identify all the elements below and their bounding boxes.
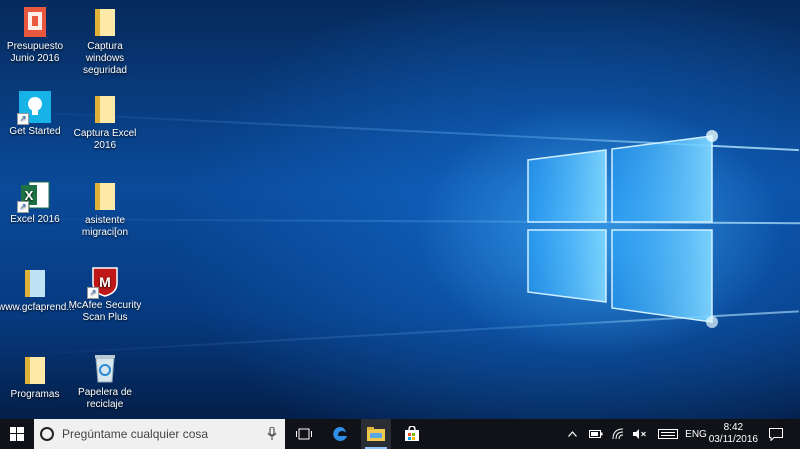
microphone-icon[interactable]: [267, 427, 277, 441]
desktop-icon-mcafee[interactable]: M ↗ McAfee Security Scan Plus: [68, 265, 142, 324]
shortcut-arrow-icon: ↗: [17, 113, 29, 125]
desktop-icon-captura-excel[interactable]: Captura Excel 2016: [68, 93, 142, 152]
excel-icon: X ↗: [17, 179, 51, 213]
mcafee-icon: M ↗: [87, 265, 121, 299]
keyboard-icon: [658, 429, 678, 439]
shortcut-arrow-icon: ↗: [87, 287, 99, 299]
desktop-icon-get-started[interactable]: ↗ Get Started: [0, 91, 72, 138]
show-hidden-icons-button[interactable]: [565, 419, 579, 449]
clock[interactable]: 8:42 03/11/2016: [709, 422, 758, 446]
clock-date: 03/11/2016: [708, 434, 758, 445]
icon-label: Programas: [10, 389, 60, 400]
volume-muted-icon: [633, 429, 646, 439]
file-explorer-icon: [367, 427, 385, 441]
touch-keyboard-button[interactable]: [655, 419, 681, 449]
folder-icon: [19, 354, 51, 386]
icon-label: Presupuesto Junio 2016: [6, 41, 64, 64]
icon-label: Captura windows seguridad: [83, 41, 127, 76]
desktop: Presupuesto Junio 2016 Captura windows s…: [0, 0, 800, 419]
desktop-icon-excel-2016[interactable]: X ↗ Excel 2016: [0, 179, 72, 226]
windows-start-icon: [10, 427, 24, 441]
battery-button[interactable]: [585, 419, 607, 449]
network-button[interactable]: [607, 419, 629, 449]
edge-icon: [333, 427, 347, 441]
icon-label: Excel 2016: [10, 214, 60, 225]
task-view-icon: [296, 428, 312, 440]
input-language-button[interactable]: ENG: [681, 419, 711, 449]
icon-label: Get Started: [9, 126, 61, 137]
wifi-icon: [612, 428, 624, 440]
shortcut-arrow-icon: ↗: [17, 201, 29, 213]
battery-icon: [589, 430, 603, 438]
taskbar: Pregúntame cualquier cosa ENG 8:42 03/11…: [0, 419, 800, 449]
file-explorer-taskbar-button[interactable]: [361, 419, 391, 449]
start-button[interactable]: [0, 419, 34, 449]
recycle-bin-icon: [89, 352, 121, 384]
language-indicator: ENG: [685, 428, 707, 440]
action-center-button[interactable]: [762, 419, 790, 449]
desktop-icon-presupuesto[interactable]: Presupuesto Junio 2016: [0, 6, 72, 65]
lightbulb-icon: ↗: [17, 91, 51, 125]
icon-label: www.gcfaprend...: [0, 302, 75, 313]
store-icon: [405, 426, 419, 441]
desktop-icon-captura-windows[interactable]: Captura windows seguridad: [68, 6, 142, 77]
desktop-icon-programas[interactable]: Programas: [0, 354, 72, 401]
system-tray: ENG: [565, 419, 711, 449]
desktop-icon-papelera[interactable]: Papelera de reciclaje: [68, 352, 142, 411]
clock-time: 8:42: [723, 422, 744, 433]
folder-icon: [89, 6, 121, 38]
folder-icon: [89, 180, 121, 212]
chevron-up-icon: [567, 431, 577, 437]
icon-label: Papelera de reciclaje: [78, 387, 132, 410]
icon-label: asistente migraci[on: [81, 215, 129, 238]
desktop-icon-gcfaprende[interactable]: www.gcfaprend...: [0, 267, 75, 314]
icon-label: McAfee Security Scan Plus: [68, 300, 142, 323]
svg-text:M: M: [99, 274, 111, 290]
edge-taskbar-button[interactable]: [325, 419, 355, 449]
folder-icon: [19, 267, 51, 299]
icon-label: Captura Excel 2016: [73, 128, 137, 151]
desktop-icon-asistente-migracion[interactable]: asistente migraci[on: [68, 180, 142, 239]
search-box[interactable]: Pregúntame cualquier cosa: [34, 419, 285, 449]
folder-icon: [89, 93, 121, 125]
store-taskbar-button[interactable]: [397, 419, 427, 449]
pdf-document-icon: [19, 6, 51, 38]
notifications-icon: [769, 427, 783, 441]
task-view-button[interactable]: [289, 419, 319, 449]
cortana-icon: [40, 427, 54, 441]
search-placeholder: Pregúntame cualquier cosa: [62, 427, 209, 441]
volume-button[interactable]: [629, 419, 651, 449]
